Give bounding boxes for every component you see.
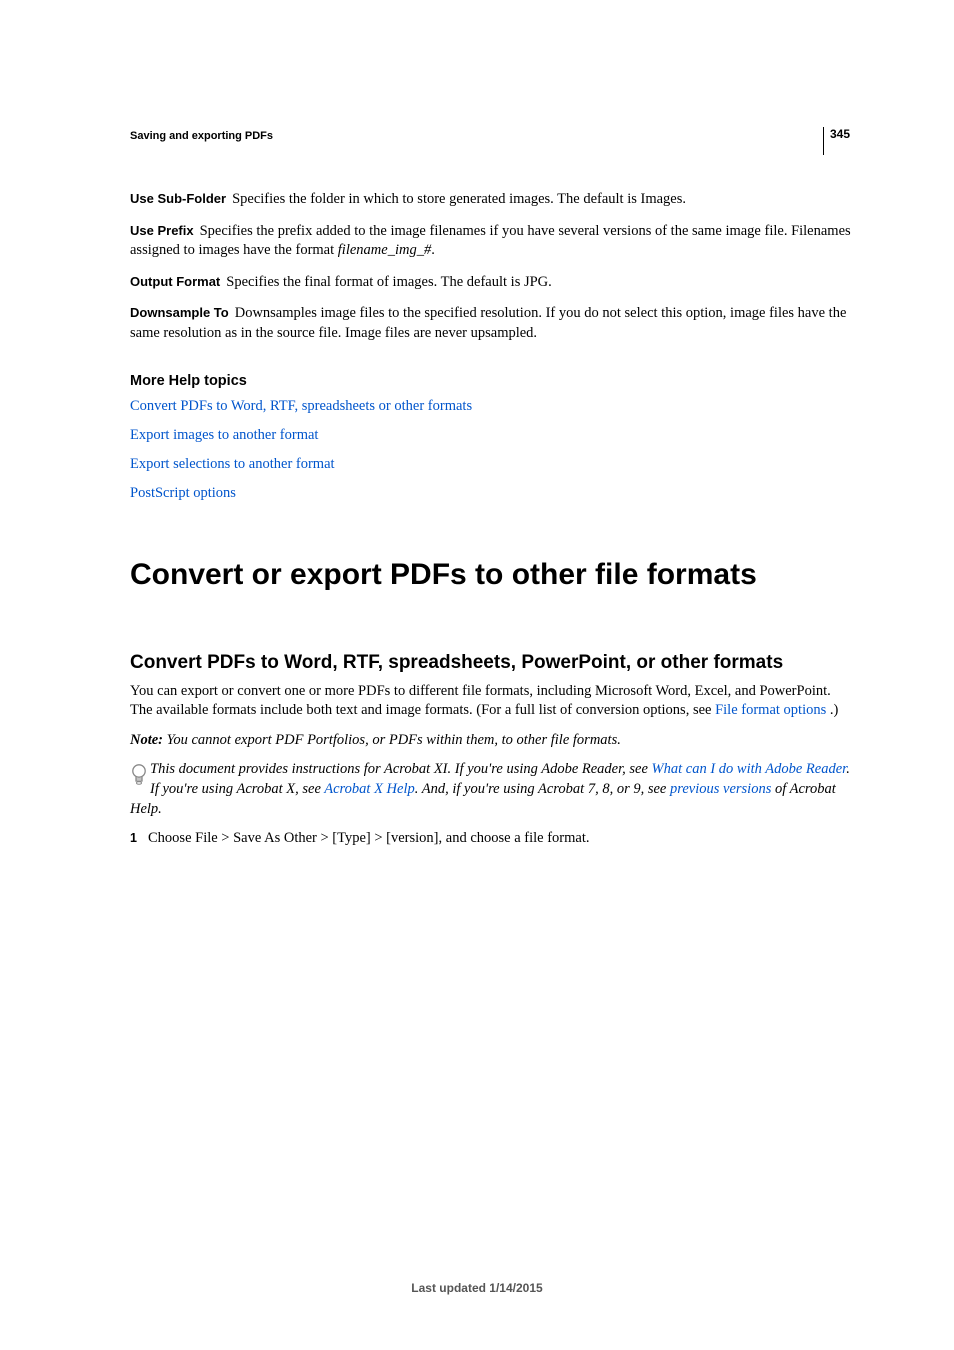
step-number: 1 — [130, 829, 148, 849]
step-1: 1 Choose File > Save As Other > [Type] >… — [130, 829, 854, 849]
option-use-subfolder: Use Sub-Folder Specifies the folder in wh… — [130, 190, 854, 210]
option-use-prefix: Use PrefixSpecifies the prefix added to … — [130, 222, 854, 261]
section-header: Saving and exporting PDFs — [130, 130, 854, 142]
help-link-export-images[interactable]: Export images to another format — [130, 426, 854, 445]
file-format-options-link[interactable]: File format options — [715, 702, 830, 718]
note-text: You cannot export PDF Portfolios, or PDF… — [167, 732, 621, 748]
tip-text: This document provides instructions for … — [150, 761, 652, 777]
note: Note: You cannot export PDF Portfolios, … — [130, 731, 854, 751]
acrobat-x-help-link[interactable]: Acrobat X Help — [324, 781, 414, 797]
help-link-export-selections[interactable]: Export selections to another format — [130, 455, 854, 474]
previous-versions-link[interactable]: previous versions — [670, 781, 771, 797]
option-description: Specifies the final format of images. Th… — [226, 274, 552, 290]
option-description: Downsamples image files to the specified… — [130, 305, 846, 341]
note-label: Note: — [130, 732, 167, 748]
section-title: Convert PDFs to Word, RTF, spreadsheets,… — [130, 652, 854, 674]
body-paragraph: You can export or convert one or more PD… — [130, 682, 854, 721]
option-description-post: . — [431, 242, 435, 258]
body-text-post: .) — [830, 702, 838, 718]
option-label: Use Prefix — [130, 223, 194, 238]
option-label: Output Format — [130, 274, 220, 289]
step-text: Choose File > Save As Other > [Type] > [… — [148, 829, 590, 849]
help-link-convert[interactable]: Convert PDFs to Word, RTF, spreadsheets … — [130, 397, 854, 416]
option-description: Specifies the folder in which to store g… — [232, 191, 686, 207]
option-label: Use Sub-Folder — [130, 191, 226, 206]
option-italic: filename_img_# — [338, 242, 431, 258]
option-label: Downsample To — [130, 305, 229, 320]
page-number: 345 — [823, 127, 850, 155]
lightbulb-icon — [130, 762, 148, 790]
option-description: Specifies the prefix added to the image … — [130, 223, 851, 259]
tip-text: . And, if you're using Acrobat 7, 8, or … — [415, 781, 670, 797]
option-output-format: Output Format Specifies the final format … — [130, 273, 854, 293]
page-title: Convert or export PDFs to other file for… — [130, 558, 854, 592]
more-help-heading: More Help topics — [130, 373, 854, 389]
adobe-reader-link[interactable]: What can I do with Adobe Reader — [652, 761, 847, 777]
help-link-postscript[interactable]: PostScript options — [130, 484, 854, 503]
tip-block: This document provides instructions for … — [130, 760, 854, 819]
option-downsample-to: Downsample ToDownsamples image files to … — [130, 304, 854, 343]
footer-last-updated: Last updated 1/14/2015 — [0, 1281, 954, 1295]
